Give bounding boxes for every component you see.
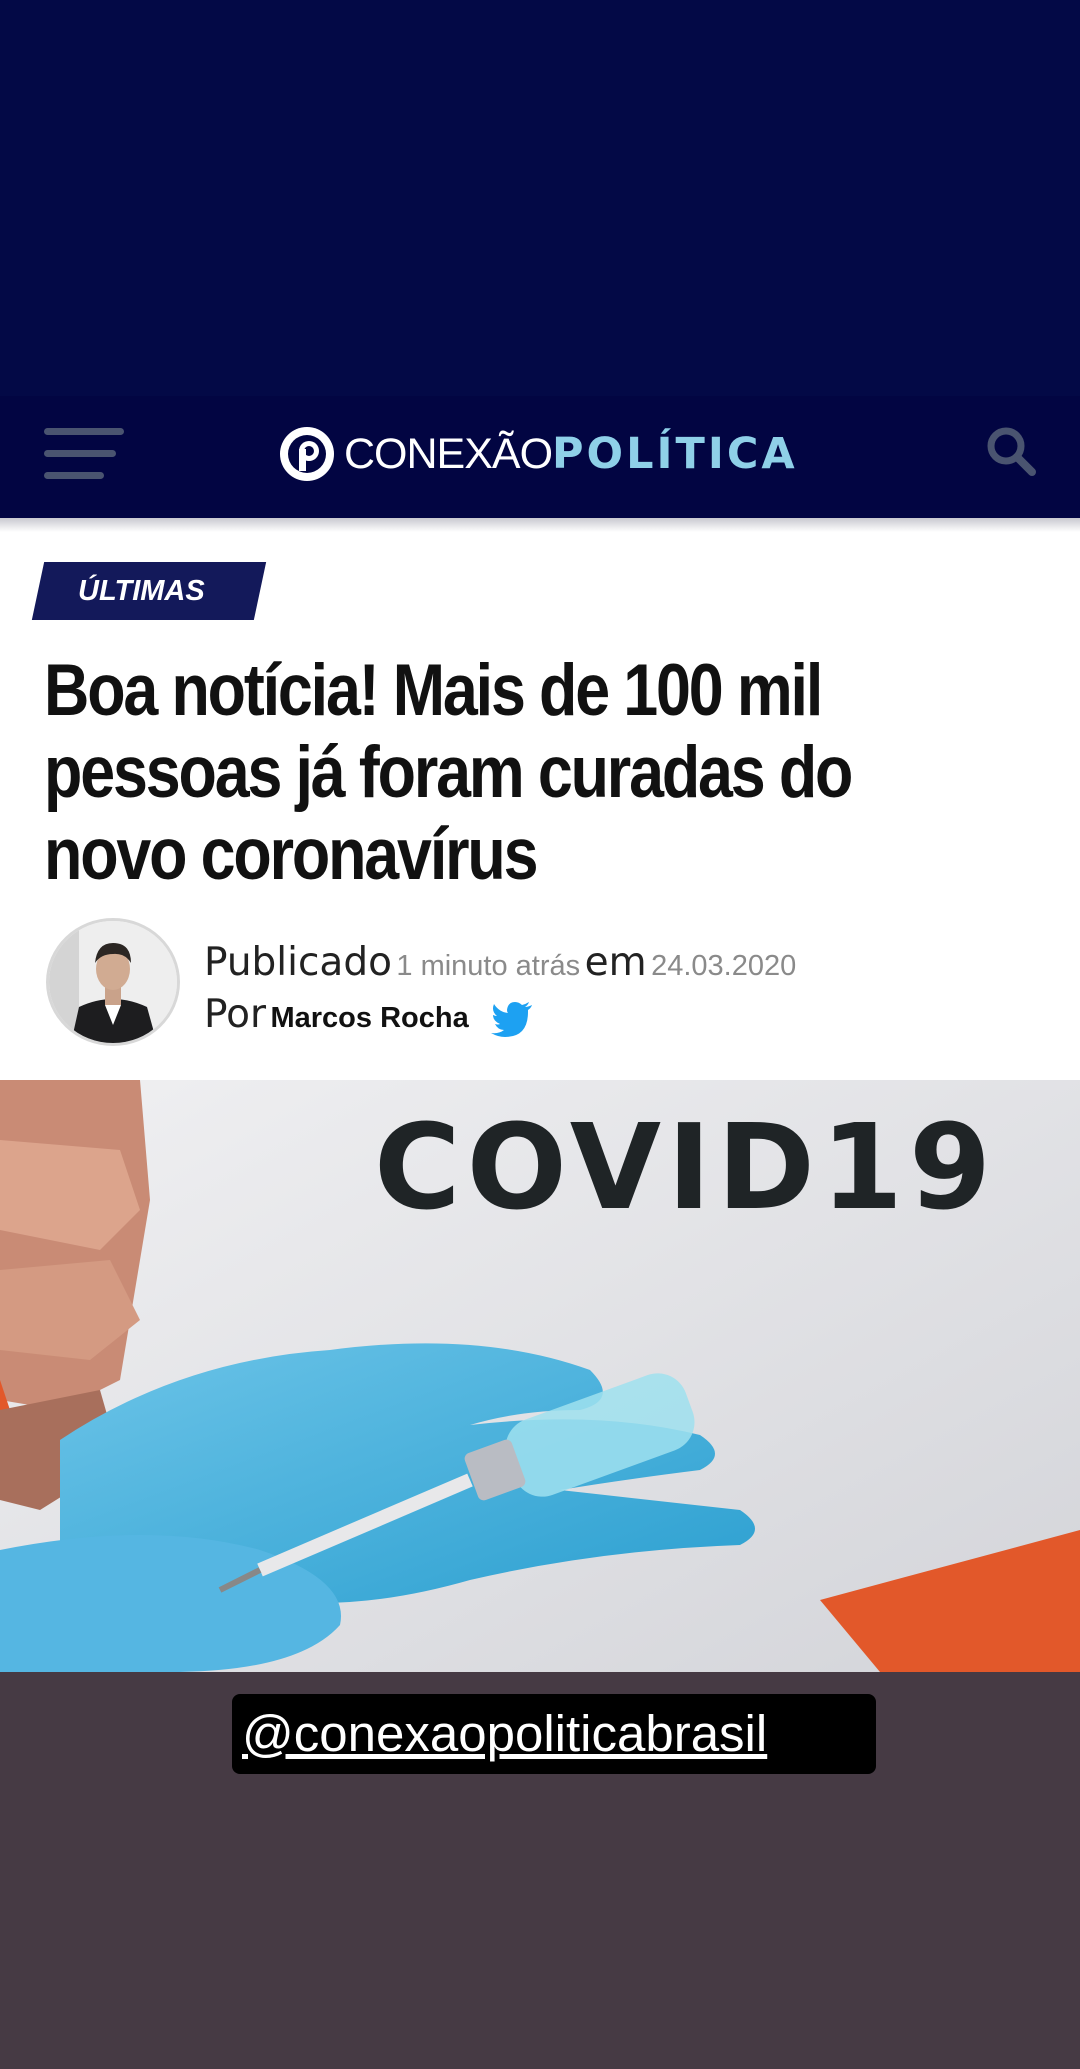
hamburger-menu-icon[interactable] [44,428,124,480]
mention-handle[interactable]: @conexaopoliticabrasil [242,1694,767,1774]
story-background-top [0,0,1080,396]
category-label[interactable]: ÚLTIMAS [78,562,205,620]
article-title[interactable]: Boa notícia! Mais de 100 mil pessoas já … [44,650,904,896]
by-label: Por [204,992,267,1037]
twitter-icon[interactable] [491,1001,533,1037]
publish-date: 24.03.2020 [651,950,797,982]
author-avatar[interactable] [46,918,180,1046]
author-info: Por Marcos Rocha [204,992,533,1037]
conexao-logo-icon [280,427,334,481]
author-photo [49,921,177,1043]
search-icon[interactable] [982,422,1040,480]
published-label: Publicado [204,940,392,985]
covid-sign-text: COVID19 [374,1098,998,1236]
on-label: em [584,940,647,985]
brand-name-part2: POLÍTICA [552,429,798,479]
time-ago: 1 minuto atrás [396,950,581,982]
author-name[interactable]: Marcos Rocha [270,1002,468,1034]
publish-info: Publicado 1 minuto atrás em 24.03.2020 [204,940,796,985]
header-shadow [0,518,1080,532]
site-logo[interactable]: CONEXÃOPOLÍTICA [278,422,798,486]
brand-name-part1: CONEXÃO [344,430,553,478]
